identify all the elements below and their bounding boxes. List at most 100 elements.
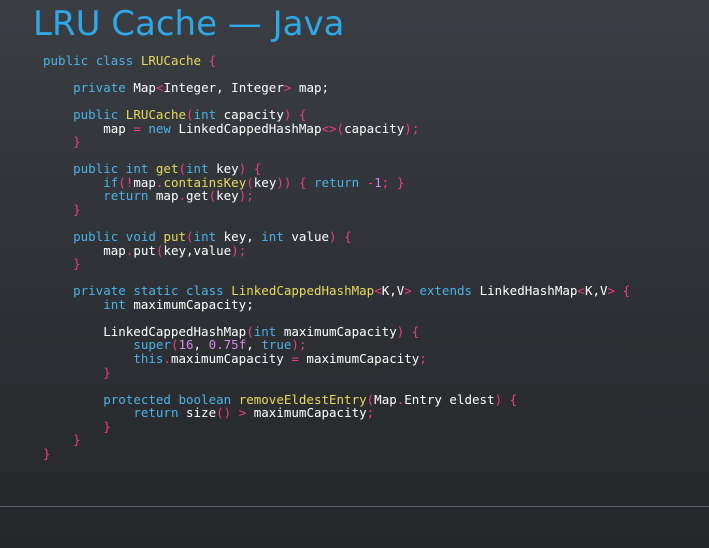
code-token-tx: maximumCapacity xyxy=(170,351,292,367)
code-token-tx: size xyxy=(178,405,217,421)
code-token-num: 1 xyxy=(374,174,382,190)
code-line: } xyxy=(43,433,630,447)
code-token-kw: int xyxy=(103,296,126,312)
code-token-kw: new xyxy=(148,120,171,136)
code-line: } xyxy=(43,135,630,149)
code-line: return map.get(key); xyxy=(43,189,630,203)
code-token-pn: ; xyxy=(366,405,375,421)
code-line: public int get(int key) { xyxy=(43,162,630,176)
code-token-kw: class xyxy=(95,53,134,68)
code-token-kw: return xyxy=(133,405,179,421)
code-token-tx: key xyxy=(253,174,277,190)
code-token-pn: ; xyxy=(411,120,420,136)
code-token-pn: ) xyxy=(404,120,412,136)
code-token-tx: key,value xyxy=(163,242,232,258)
code-token-pn: ; xyxy=(246,188,254,204)
code-token-tx: Entry eldest xyxy=(404,391,495,407)
code-token-pn: ; xyxy=(238,242,247,258)
code-token-tx: Map xyxy=(374,391,397,407)
code-token-pn: () xyxy=(216,405,232,421)
code-token-tx xyxy=(43,365,103,380)
code-token-tx xyxy=(359,175,367,190)
code-block: public class LRUCache { private Map<Inte… xyxy=(43,54,630,460)
code-line: this.maximumCapacity = maximumCapacity; xyxy=(43,352,630,366)
code-token-pn: <> xyxy=(321,120,337,136)
code-token-pn: ) xyxy=(231,242,239,258)
code-token-pn: > xyxy=(404,283,412,299)
code-token-tx xyxy=(502,392,510,407)
code-token-pn: { xyxy=(344,229,352,245)
code-token-pn: } xyxy=(73,432,81,448)
code-token-kw: extends xyxy=(419,283,473,299)
code-token-tx: LinkedHashMap xyxy=(472,283,578,299)
code-token-tx: capacity xyxy=(344,120,405,136)
code-token-pn: < xyxy=(577,283,585,299)
code-line: private static class LinkedCappedHashMap… xyxy=(43,284,630,298)
code-line: } xyxy=(43,257,630,271)
code-token-tx xyxy=(43,80,73,95)
code-token-tx: get xyxy=(186,188,209,204)
code-line: if(!map.containsKey(key)) { return -1; } xyxy=(43,176,630,190)
code-line: } xyxy=(43,418,630,434)
code-token-pn: } xyxy=(103,418,111,434)
code-token-tx: put xyxy=(133,242,156,258)
code-line: } xyxy=(43,447,630,461)
code-token-tx xyxy=(389,175,397,190)
code-line: } xyxy=(43,365,630,380)
code-token-tx xyxy=(133,53,141,68)
code-token-pn: ( xyxy=(208,188,217,204)
code-token-pn: ( xyxy=(336,120,345,136)
code-token-pn: { xyxy=(622,283,631,299)
code-line: int maximumCapacity; xyxy=(43,298,630,312)
code-line: map.put(key,value); xyxy=(43,242,630,258)
code-line: public void put(int key, int value) { xyxy=(43,230,630,244)
code-line: protected boolean removeEldestEntry(Map.… xyxy=(43,391,630,407)
code-token-cls: LRUCache xyxy=(140,53,202,68)
code-token-pn: } xyxy=(43,445,51,461)
code-token-tx xyxy=(337,229,345,244)
code-line: LinkedCappedHashMap(int maximumCapacity)… xyxy=(43,325,630,339)
code-line: return size() > maximumCapacity; xyxy=(43,406,630,420)
code-token-pn: < xyxy=(374,283,382,299)
code-token-tx xyxy=(43,256,73,271)
code-token-pn: . xyxy=(178,188,187,204)
code-token-pn: ; xyxy=(419,351,427,367)
code-token-tx: maximumCapacity xyxy=(298,351,420,367)
code-token-tx xyxy=(615,283,623,298)
code-token-pn: { xyxy=(411,323,420,339)
code-line: map = new LinkedCappedHashMap<>(capacity… xyxy=(43,120,630,136)
code-token-pn: . xyxy=(163,351,171,367)
code-token-tx: K,V xyxy=(584,283,608,299)
code-token-pn: ) xyxy=(329,229,337,245)
code-token-tx: maximumCapacity xyxy=(246,405,367,421)
code-token-tx: maximumCapacity; xyxy=(125,296,254,312)
code-token-tx xyxy=(291,175,299,190)
code-token-pn: )) xyxy=(276,174,292,190)
code-token-tx xyxy=(43,202,73,217)
code-line: } xyxy=(43,203,630,217)
code-token-pn: } xyxy=(73,256,81,272)
code-token-kw: public xyxy=(43,53,89,68)
code-token-tx: key xyxy=(216,188,239,204)
code-token-tx: map xyxy=(148,188,179,204)
divider-line xyxy=(0,506,709,507)
code-token-kw: this xyxy=(133,351,164,367)
code-token-tx: map; xyxy=(291,80,330,96)
code-token-pn: = xyxy=(291,351,299,367)
code-token-tx xyxy=(201,53,209,68)
code-token-pn: } xyxy=(396,174,405,190)
code-token-pn: = xyxy=(133,120,141,136)
code-line: private Map<Integer, Integer> map; xyxy=(43,81,630,95)
code-token-kw: private xyxy=(73,80,126,96)
slide: LRU Cache — Java public class LRUCache {… xyxy=(0,0,709,548)
code-line: public LRUCache(int capacity) { xyxy=(43,108,630,122)
code-token-pn: } xyxy=(73,134,81,150)
code-token-tx: Map xyxy=(125,80,156,96)
code-token-tx xyxy=(231,405,239,420)
code-token-kw: int xyxy=(261,229,284,245)
code-token-pn: { xyxy=(509,391,518,407)
